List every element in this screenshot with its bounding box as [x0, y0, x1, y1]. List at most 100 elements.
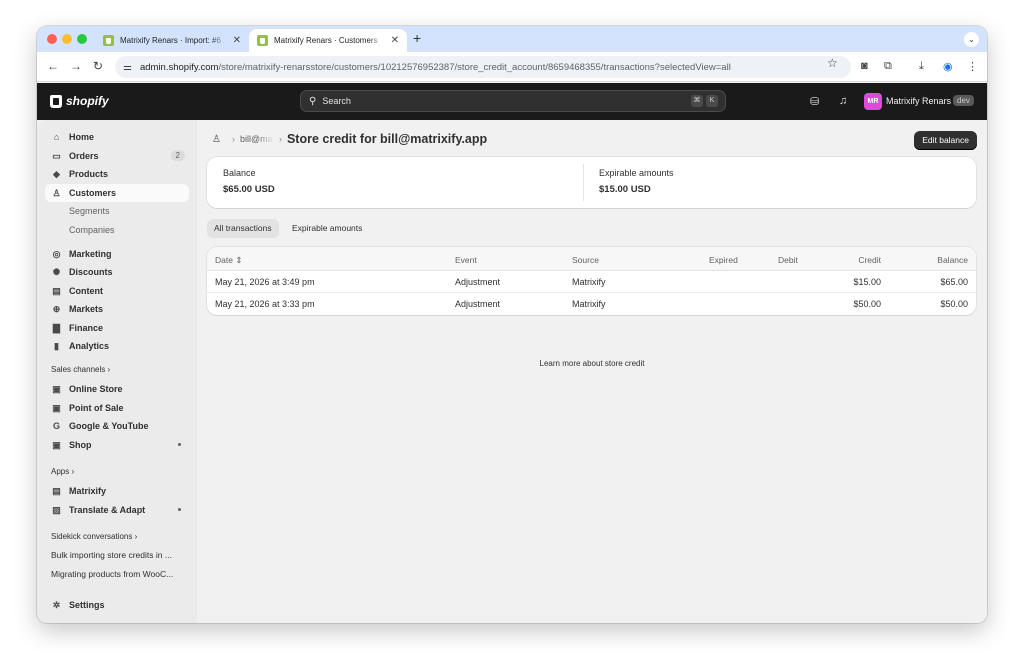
sidebar: ⌂ Home ▭ Orders 2 ◆ Products ♙ Customers Seg…: [37, 120, 197, 623]
store-name[interactable]: Matrixify Renars: [886, 96, 951, 106]
sidebar-item-products[interactable]: ◆ Products: [45, 165, 189, 183]
cell-event: Adjustment: [455, 299, 501, 309]
close-tab-icon[interactable]: ✕: [233, 35, 241, 46]
more-dot-icon: [178, 443, 181, 446]
url-bar[interactable]: ⚌ admin.shopify.com/store/matrixify-rena…: [115, 56, 851, 78]
cell-balance: $65.00: [940, 277, 968, 287]
column-balance: Balance: [937, 255, 968, 265]
discount-icon: ✺: [52, 266, 61, 277]
bank-icon: ▇: [53, 322, 60, 333]
profile-icon[interactable]: ◉: [943, 60, 953, 73]
sidebar-item-shop[interactable]: ▣ Shop: [45, 436, 189, 454]
expirable-value: $15.00 USD: [599, 184, 651, 195]
sidebar-item-companies[interactable]: Companies: [45, 221, 189, 239]
sidebar-item-content[interactable]: ▤ Content: [45, 282, 189, 300]
edit-balance-button[interactable]: Edit balance: [914, 131, 977, 150]
table-header: Date ⇕ Event Source Expired Debit Credit…: [207, 247, 976, 271]
address-toolbar: ← → ↻ ⚌ admin.shopify.com/store/matrixif…: [37, 52, 987, 82]
close-tab-icon[interactable]: ✕: [391, 35, 399, 46]
minimize-window-button[interactable]: [62, 34, 72, 44]
camera-icon[interactable]: ◙: [861, 60, 868, 72]
tab-search-icon[interactable]: ⌄: [964, 32, 979, 47]
forward-icon[interactable]: →: [70, 59, 82, 73]
cell-balance: $50.00: [940, 299, 968, 309]
sidebar-item-translate-adapt[interactable]: ▨ Translate & Adapt: [45, 501, 189, 519]
column-date[interactable]: Date ⇕: [215, 255, 242, 266]
globe-icon: ⊕: [52, 303, 61, 314]
sort-icon: ⇕: [235, 255, 243, 265]
learn-more-link[interactable]: Learn more about store credit: [197, 359, 987, 368]
sidebar-item-segments[interactable]: Segments: [45, 202, 189, 220]
sidebar-item-settings[interactable]: ✲ Settings: [45, 596, 189, 614]
sidebar-item-home[interactable]: ⌂ Home: [45, 128, 189, 146]
orders-count-badge: 2: [170, 150, 185, 161]
dev-badge: dev: [953, 95, 974, 106]
browser-tab-import[interactable]: Matrixify Renars · Import: #6 ✕: [95, 29, 249, 52]
new-tab-icon[interactable]: +: [413, 30, 421, 46]
browser-window: Matrixify Renars · Import: #6 ✕ Matrixif…: [37, 26, 987, 623]
search-input[interactable]: ⚲ Search ⌘ K: [300, 90, 726, 112]
chart-icon: ▮: [54, 340, 59, 351]
table-row[interactable]: May 21, 2026 at 3:33 pm Adjustment Matri…: [207, 293, 976, 315]
sidebar-item-analytics[interactable]: ▮ Analytics: [45, 337, 189, 355]
download-icon[interactable]: ⤓: [919, 60, 924, 73]
gear-icon: ✲: [52, 599, 61, 610]
search-icon: ⚲: [309, 95, 317, 107]
sidebar-item-markets[interactable]: ⊕ Markets: [45, 300, 189, 318]
balance-card: Balance $65.00 USD Expirable amounts $15…: [207, 157, 976, 208]
sidekick-conversations-heading[interactable]: Sidekick conversations ›: [51, 532, 137, 541]
bell-icon[interactable]: ♫: [839, 95, 847, 107]
person-icon[interactable]: ♙: [212, 134, 221, 145]
balance-section: Balance $65.00 USD: [223, 168, 275, 195]
tab-expirable-amounts[interactable]: Expirable amounts: [285, 219, 369, 238]
sidebar-item-online-store[interactable]: ▣ Online Store: [45, 380, 189, 398]
shopify-favicon-icon: [257, 35, 268, 46]
cell-date: May 21, 2026 at 3:49 pm: [215, 277, 315, 287]
sidekick-conversation-link[interactable]: Bulk importing store credits in ...: [51, 550, 191, 560]
sidebar-item-marketing[interactable]: ◎ Marketing: [45, 245, 189, 263]
breadcrumb: ♙ › bill@matrixify.app › Store credit fo…: [212, 132, 488, 146]
sidekick-conversation-link[interactable]: Migrating products from WooC...: [51, 569, 191, 579]
shopify-logo[interactable]: shopify: [50, 94, 109, 108]
breadcrumb-customer-link[interactable]: bill@matrixify.app: [240, 134, 274, 144]
sidebar-item-orders[interactable]: ▭ Orders 2: [45, 147, 189, 165]
url-text: admin.shopify.com/store/matrixify-renars…: [139, 61, 731, 73]
tab-strip: Matrixify Renars · Import: #6 ✕ Matrixif…: [37, 26, 987, 52]
table-row[interactable]: May 21, 2026 at 3:49 pm Adjustment Matri…: [207, 271, 976, 293]
sidebar-item-point-of-sale[interactable]: ▣ Point of Sale: [45, 399, 189, 417]
close-window-button[interactable]: [47, 34, 57, 44]
app-icon: ▤: [52, 485, 61, 496]
translate-icon: ▨: [52, 504, 61, 515]
reload-icon[interactable]: ↻: [93, 59, 103, 73]
browser-tab-customers[interactable]: Matrixify Renars · Customers ✕: [249, 29, 407, 52]
main-content: ♙ › bill@matrixify.app › Store credit fo…: [197, 120, 987, 623]
tag-icon: ◆: [53, 168, 60, 179]
person-icon: ♙: [52, 187, 61, 198]
site-settings-icon[interactable]: ⚌: [123, 62, 132, 73]
avatar[interactable]: MR: [864, 93, 882, 110]
extensions-icon[interactable]: ⧉: [884, 60, 892, 73]
apps-heading[interactable]: Apps ›: [51, 467, 74, 476]
bookmark-star-icon[interactable]: ☆: [827, 56, 838, 70]
sidebar-item-google-youtube[interactable]: G Google & YouTube: [45, 417, 189, 435]
maximize-window-button[interactable]: [77, 34, 87, 44]
chevron-right-icon: ›: [107, 365, 111, 374]
expirable-section: Expirable amounts $15.00 USD: [599, 168, 674, 195]
shop-icon: ▣: [52, 439, 61, 450]
expirable-label: Expirable amounts: [599, 168, 674, 178]
sidebar-item-matrixify[interactable]: ▤ Matrixify: [45, 482, 189, 500]
shopify-favicon-icon: [103, 35, 114, 46]
sales-channels-heading[interactable]: Sales channels ›: [51, 365, 110, 374]
sidebar-item-discounts[interactable]: ✺ Discounts: [45, 263, 189, 281]
transactions-table: Date ⇕ Event Source Expired Debit Credit…: [207, 247, 976, 315]
cell-source: Matrixify: [572, 299, 606, 309]
sidekick-icon[interactable]: ⛁: [810, 95, 819, 108]
k-key-hint: K: [706, 95, 718, 107]
back-icon[interactable]: ←: [47, 59, 59, 73]
cell-date: May 21, 2026 at 3:33 pm: [215, 299, 315, 309]
chevron-right-icon: ›: [134, 532, 138, 541]
tab-all-transactions[interactable]: All transactions: [207, 219, 279, 238]
sidebar-item-finance[interactable]: ▇ Finance: [45, 319, 189, 337]
sidebar-item-customers[interactable]: ♙ Customers: [45, 184, 189, 202]
menu-kebab-icon[interactable]: ⋮: [967, 60, 978, 73]
